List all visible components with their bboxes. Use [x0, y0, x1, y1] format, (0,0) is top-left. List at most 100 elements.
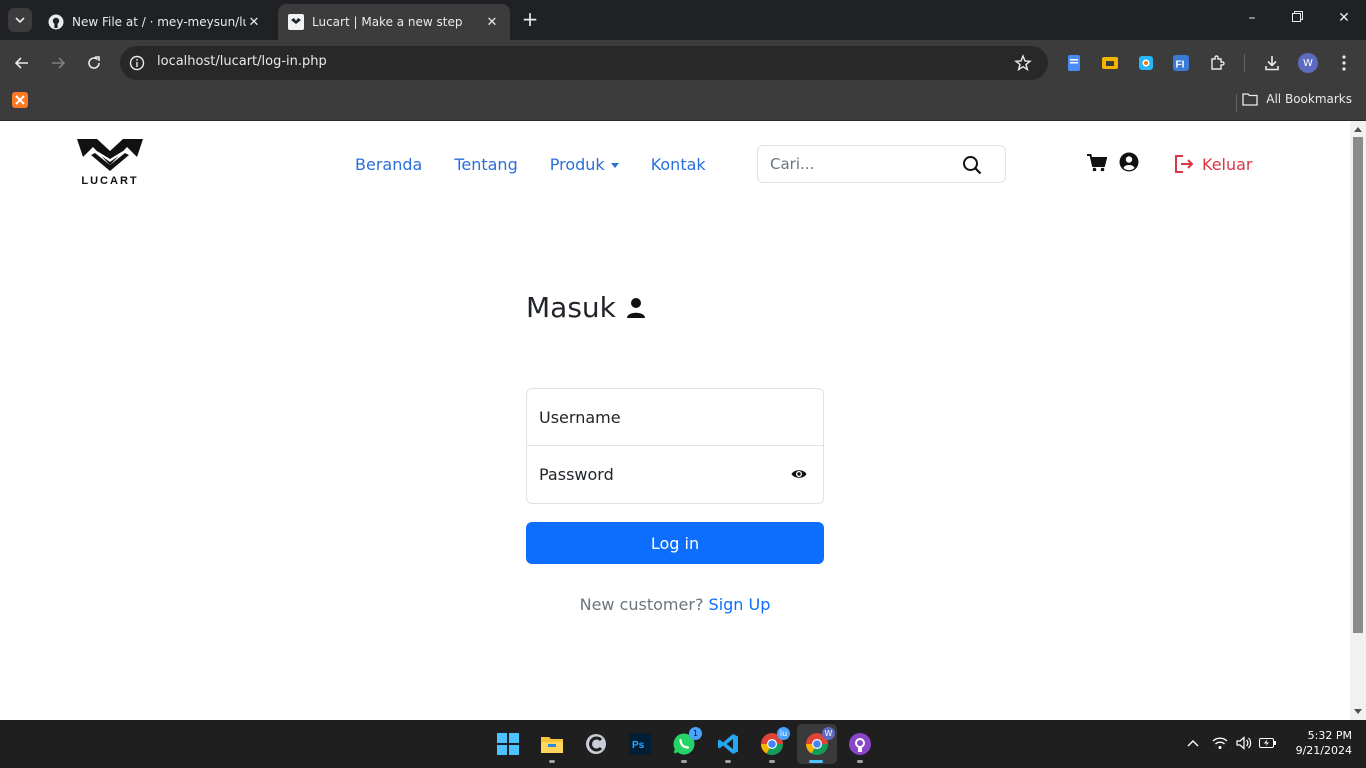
clock-time: 5:32 PM [1307, 729, 1352, 742]
tab-title: Lucart | Make a new step [312, 15, 463, 29]
close-window-icon[interactable]: ✕ [1334, 10, 1354, 30]
user-icon [626, 297, 645, 318]
signup-link[interactable]: Sign Up [709, 595, 771, 614]
svg-text:Ps: Ps [632, 740, 645, 751]
all-bookmarks-button[interactable]: All Bookmarks [1242, 92, 1352, 106]
browser-menu-icon[interactable] [1334, 53, 1354, 73]
running-indicator [681, 760, 687, 763]
profile-avatar[interactable]: W [1298, 53, 1318, 73]
reload-icon [88, 56, 100, 69]
extension-folder-icon[interactable] [1100, 53, 1120, 73]
nav-kontak[interactable]: Kontak [651, 155, 706, 174]
back-arrow-icon [14, 57, 28, 69]
extension-fi-icon[interactable]: FI [1171, 53, 1191, 73]
reload-button[interactable] [83, 52, 105, 74]
logout-link[interactable]: Keluar [1174, 154, 1253, 174]
lucart-favicon-icon [288, 14, 304, 30]
github-desktop-icon[interactable] [848, 732, 872, 756]
search-icon[interactable] [962, 155, 982, 175]
ccleaner-icon[interactable] [584, 732, 608, 756]
caret-down-icon [610, 163, 619, 168]
windows-start-icon[interactable] [496, 732, 520, 756]
whatsapp-icon[interactable]: 1 [672, 727, 702, 756]
forward-arrow-icon [52, 57, 66, 69]
site-info-icon[interactable] [129, 55, 145, 71]
folder-icon [1242, 93, 1258, 106]
back-button[interactable] [11, 52, 33, 74]
extension-docs-icon[interactable] [1064, 53, 1084, 73]
volume-icon[interactable] [1235, 734, 1253, 752]
toolbar-separator [1244, 54, 1245, 72]
logout-label: Keluar [1202, 154, 1253, 174]
close-tab-icon[interactable]: ✕ [484, 14, 500, 30]
login-title: Masuk [526, 291, 616, 324]
new-tab-button[interactable]: + [520, 9, 540, 30]
system-clock[interactable]: 5:32 PM 9/21/2024 [1290, 728, 1352, 758]
minimize-icon[interactable]: – [1242, 10, 1262, 30]
lucart-logo[interactable]: LUCART [75, 137, 145, 189]
chrome-profile-badge: iu [777, 727, 790, 740]
running-indicator [725, 760, 731, 763]
close-tab-icon[interactable]: ✕ [246, 14, 262, 30]
whatsapp-badge: 1 [689, 727, 702, 740]
file-explorer-icon[interactable] [540, 732, 564, 756]
sign-out-icon [1175, 155, 1194, 173]
bookmarks-bar: All Bookmarks [0, 86, 1366, 121]
photoshop-icon[interactable]: Ps [628, 732, 652, 756]
address-bar[interactable]: localhost/lucart/log-in.php [120, 46, 1048, 80]
chrome-profile-badge: W [822, 727, 835, 740]
extensions-puzzle-icon[interactable] [1208, 53, 1228, 73]
tab-search-button[interactable] [8, 8, 32, 32]
wifi-icon[interactable] [1211, 734, 1229, 752]
downloads-icon[interactable] [1262, 53, 1282, 73]
bookmark-star-icon[interactable] [1014, 54, 1032, 72]
chrome-profile-w-icon[interactable]: W [805, 727, 835, 756]
active-indicator [809, 760, 823, 763]
battery-charging-icon[interactable] [1259, 734, 1277, 752]
running-indicator [857, 760, 863, 763]
page-viewport: LUCART Beranda Tentang Produk Kontak Kel… [0, 121, 1350, 720]
login-button[interactable]: Log in [526, 522, 824, 564]
browser-toolbar: localhost/lucart/log-in.php FI W [0, 40, 1366, 86]
chrome-profile-iu-icon[interactable]: iu [760, 727, 790, 756]
github-icon [48, 14, 64, 30]
cart-icon[interactable] [1087, 154, 1107, 172]
search-input[interactable] [759, 147, 949, 181]
chevron-down-icon [15, 17, 25, 24]
login-heading: Masuk [526, 291, 824, 324]
browser-tabbar: New File at / · mey-meysun/luc ✕ Lucart … [0, 0, 1366, 40]
username-input[interactable] [527, 389, 823, 445]
restore-icon[interactable] [1287, 10, 1307, 30]
login-form: Masuk Log in New customer? Sign Up [526, 291, 824, 614]
eye-icon[interactable] [791, 467, 807, 481]
signup-prompt-text: New customer? [579, 595, 704, 614]
extension-capture-icon[interactable] [1136, 53, 1156, 73]
nav-produk-dropdown[interactable]: Produk [550, 155, 619, 174]
forward-button[interactable] [47, 52, 69, 74]
password-input[interactable] [527, 446, 823, 503]
windows-taskbar: Ps 1 iu W 5:32 PM 9/21/2024 [0, 720, 1366, 768]
running-indicator [769, 760, 775, 763]
tab-lucart[interactable]: Lucart | Make a new step ✕ [278, 4, 510, 40]
xampp-bookmark-icon[interactable] [12, 92, 28, 108]
lucart-logo-mark-icon [77, 139, 143, 171]
url-text[interactable]: localhost/lucart/log-in.php [157, 54, 327, 69]
main-navigation: Beranda Tentang Produk Kontak [355, 155, 706, 174]
show-hidden-icons-chevron-icon[interactable] [1184, 734, 1202, 752]
user-circle-icon[interactable] [1119, 152, 1139, 172]
running-indicator [549, 760, 555, 763]
search-box [757, 145, 1006, 183]
vscode-icon[interactable] [716, 732, 740, 756]
username-field-wrapper [526, 388, 824, 446]
all-bookmarks-label: All Bookmarks [1266, 92, 1352, 106]
scrollbar-thumb[interactable] [1353, 137, 1363, 633]
nav-tentang[interactable]: Tentang [454, 155, 517, 174]
page-scrollbar[interactable] [1350, 121, 1366, 720]
logo-text: LUCART [81, 175, 139, 187]
nav-beranda[interactable]: Beranda [355, 155, 422, 174]
scroll-up-arrow-icon[interactable] [1354, 127, 1362, 132]
tab-github[interactable]: New File at / · mey-meysun/luc ✕ [38, 4, 272, 40]
clock-date: 9/21/2024 [1295, 744, 1352, 757]
scroll-down-arrow-icon[interactable] [1354, 709, 1362, 714]
password-field-wrapper [526, 446, 824, 504]
